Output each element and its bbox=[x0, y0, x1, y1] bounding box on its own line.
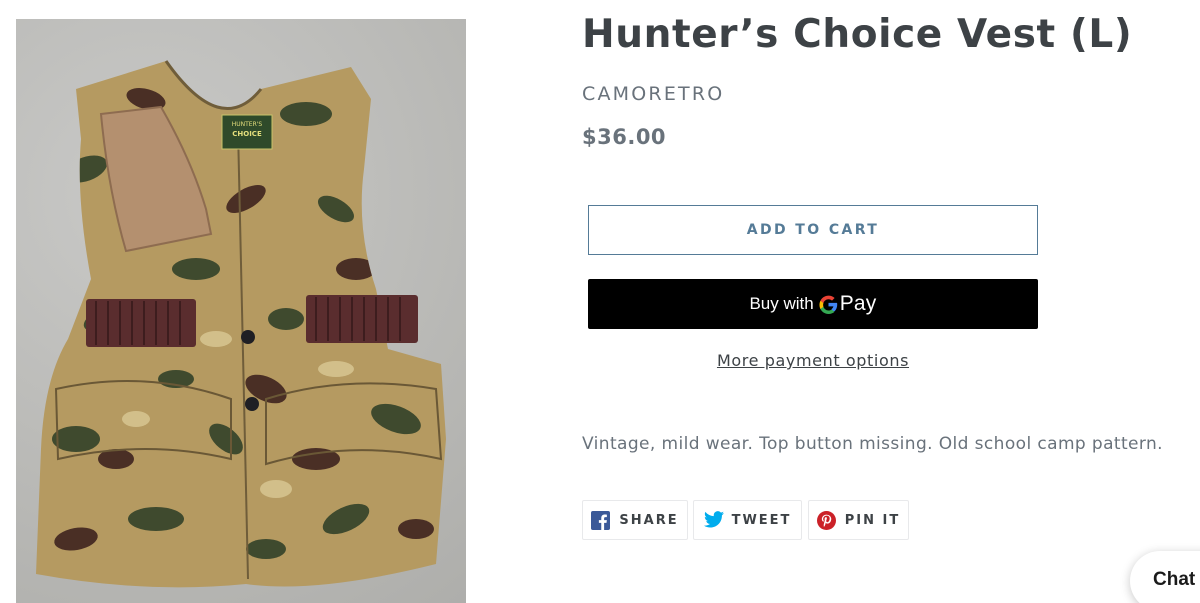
product-page: HUNTER'S CHOICE Hunter’s Choice Vest (L)… bbox=[0, 0, 1200, 603]
chat-widget-button[interactable]: Chat bbox=[1130, 551, 1200, 603]
product-title: Hunter’s Choice Vest (L) bbox=[582, 12, 1133, 57]
vest-label-line1: HUNTER'S bbox=[232, 121, 263, 128]
buy-with-label: Buy with bbox=[749, 294, 814, 313]
share-facebook-button[interactable]: SHARE bbox=[582, 500, 688, 540]
buy-with-gpay-button[interactable]: Buy with Pay bbox=[588, 279, 1038, 329]
google-g-icon bbox=[819, 295, 838, 314]
add-to-cart-button[interactable]: ADD TO CART bbox=[588, 205, 1038, 255]
pinterest-icon bbox=[816, 510, 836, 530]
more-payment-options-link[interactable]: More payment options bbox=[588, 351, 1038, 370]
share-twitter-label: TWEET bbox=[731, 512, 792, 528]
vest-label-line2: CHOICE bbox=[232, 130, 262, 138]
twitter-icon bbox=[703, 510, 724, 530]
share-twitter-button[interactable]: TWEET bbox=[693, 500, 802, 540]
product-description: Vintage, mild wear. Top button missing. … bbox=[582, 434, 1163, 454]
share-facebook-label: SHARE bbox=[619, 512, 679, 528]
product-image[interactable]: HUNTER'S CHOICE bbox=[16, 19, 466, 603]
camo-vest-illustration: HUNTER'S CHOICE bbox=[36, 60, 446, 588]
pay-label: Pay bbox=[839, 292, 877, 315]
facebook-icon bbox=[591, 510, 611, 530]
chat-label: Chat bbox=[1153, 569, 1196, 590]
product-price: $36.00 bbox=[582, 125, 667, 149]
share-pinterest-label: PIN IT bbox=[844, 512, 901, 528]
product-vendor: CAMORETRO bbox=[582, 83, 725, 105]
share-pinterest-button[interactable]: PIN IT bbox=[808, 500, 909, 540]
